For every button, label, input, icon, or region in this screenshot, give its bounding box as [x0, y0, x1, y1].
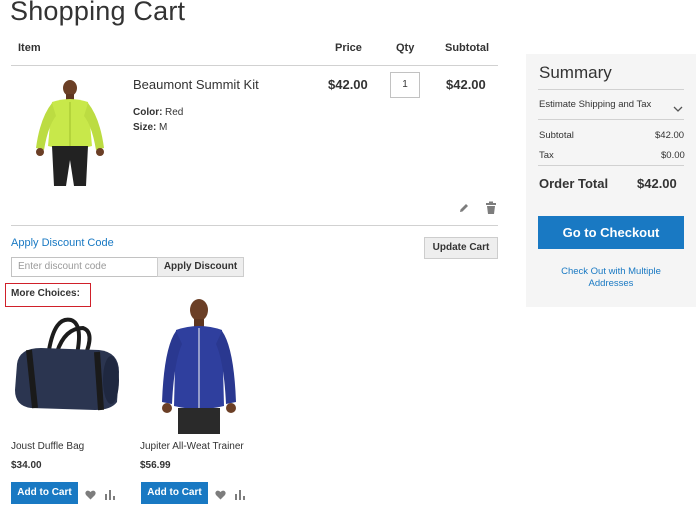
item-price: $42.00 [328, 77, 368, 92]
order-total-label: Order Total [539, 176, 609, 191]
trash-icon[interactable] [485, 201, 497, 218]
product-price-jupiter-all-weat-trainer: $56.99 [140, 460, 171, 471]
pencil-icon[interactable] [458, 202, 470, 217]
product-name-jupiter-all-weat-trainer[interactable]: Jupiter All-Weat Trainer [140, 441, 244, 452]
tax-value: $0.00 [661, 150, 685, 161]
discount-code-input[interactable]: Enter discount code [11, 257, 158, 277]
summary-divider [538, 119, 684, 120]
summary-divider [538, 89, 684, 90]
order-total-value: $42.00 [637, 176, 677, 191]
product-name-joust-duffle-bag[interactable]: Joust Duffle Bag [11, 441, 84, 452]
subtotal-label: Subtotal [539, 130, 574, 141]
estimate-shipping-tax-toggle[interactable]: Estimate Shipping and Tax [539, 99, 651, 110]
option-label-size: Size: [133, 122, 157, 133]
tax-label: Tax [539, 150, 554, 161]
heart-icon[interactable] [85, 487, 96, 505]
add-to-cart-button-jupiter-all-weat-trainer[interactable]: Add to Cart [141, 482, 208, 504]
column-header-price: Price [335, 42, 362, 54]
summary-title: Summary [539, 63, 612, 82]
apply-discount-button[interactable]: Apply Discount [157, 257, 244, 277]
item-subtotal: $42.00 [446, 77, 486, 92]
apply-discount-code-link[interactable]: Apply Discount Code [11, 237, 114, 249]
page-title: Shopping Cart [10, 0, 186, 26]
more-choices-label: More Choices: [11, 288, 80, 299]
quantity-input[interactable]: 1 [390, 72, 420, 98]
go-to-checkout-button[interactable]: Go to Checkout [538, 216, 684, 249]
product-image-beaumont-summit-kit[interactable] [30, 76, 110, 188]
summary-divider [538, 165, 684, 166]
column-header-qty: Qty [396, 42, 415, 54]
table-header-divider [11, 65, 498, 66]
compare-bars-icon[interactable] [104, 487, 116, 505]
column-header-subtotal: Subtotal [445, 42, 489, 54]
table-row-divider [11, 225, 498, 226]
column-header-item: Item [18, 42, 41, 54]
option-value-color: Red [165, 107, 184, 118]
checkout-multiple-addresses-link[interactable]: Check Out with Multiple Addresses [538, 266, 684, 290]
update-cart-button[interactable]: Update Cart [424, 237, 498, 259]
subtotal-value: $42.00 [655, 130, 685, 141]
product-image-jupiter-all-weat-trainer[interactable] [158, 298, 240, 434]
product-name[interactable]: Beaumont Summit Kit [133, 77, 259, 92]
option-label-color: Color: [133, 107, 163, 118]
chevron-down-icon[interactable] [673, 100, 683, 118]
product-price-joust-duffle-bag: $34.00 [11, 460, 42, 471]
add-to-cart-button-joust-duffle-bag[interactable]: Add to Cart [11, 482, 78, 504]
compare-bars-icon[interactable] [234, 487, 246, 505]
heart-icon[interactable] [215, 487, 226, 505]
product-image-joust-duffle-bag[interactable] [11, 314, 123, 414]
option-value-size: M [159, 122, 168, 133]
